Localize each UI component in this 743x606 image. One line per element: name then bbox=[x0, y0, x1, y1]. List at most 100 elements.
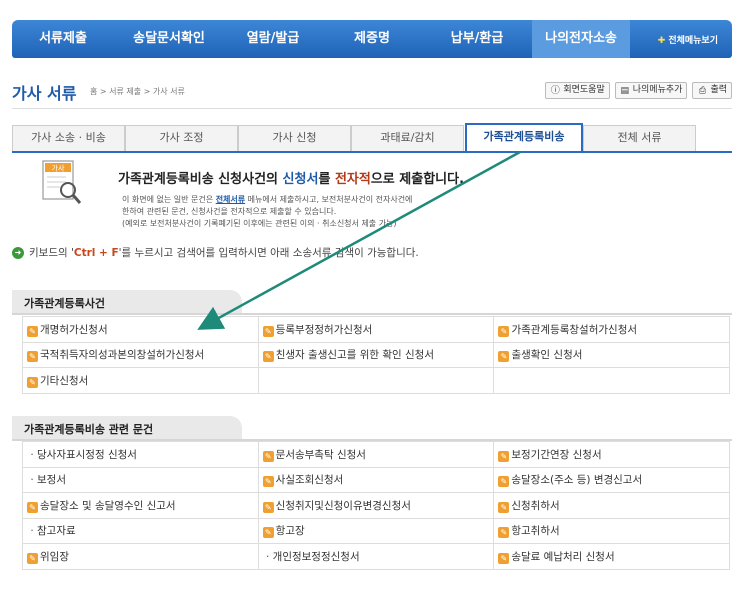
section-header-related-documents: 가족관계등록비송 관련 문건 bbox=[12, 416, 242, 440]
document-link[interactable]: 문서송부촉탁 신청서 bbox=[276, 449, 366, 461]
document-link[interactable]: 보정기간연장 신청서 bbox=[511, 449, 601, 461]
desc-line-2: 한하여 관련된 문건, 신청사건을 전자적으로 제출할 수 있습니다. bbox=[122, 207, 337, 216]
intro-description: 이 화면에 없는 일반 문건은 전체서류 메뉴에서 제출하시고, 보전처분사건이… bbox=[122, 194, 412, 230]
document-link[interactable]: 송달장소 및 송달영수인 신고서 bbox=[40, 500, 176, 512]
shortcut-key: Ctrl + F bbox=[73, 247, 119, 259]
bullet-icon: · bbox=[30, 525, 34, 538]
document-link[interactable]: 위임장 bbox=[40, 551, 69, 563]
document-cell[interactable]: ✎ 보정기간연장 신청서 bbox=[493, 441, 730, 468]
tab-all-documents[interactable]: 전체 서류 bbox=[583, 125, 696, 151]
document-edit-icon: ✎ bbox=[498, 527, 510, 539]
desc-text: 메뉴에서 제출하시고, 보전처분사건이 전자사건에 bbox=[245, 195, 413, 204]
bullet-icon: · bbox=[266, 550, 270, 563]
document-link[interactable]: 보정서 bbox=[37, 474, 66, 486]
add-my-menu-label: 나의메뉴추가 bbox=[632, 85, 683, 95]
document-cell[interactable]: · 보정서 bbox=[22, 466, 259, 493]
document-link[interactable]: 개명허가신청서 bbox=[40, 324, 108, 336]
table-row: ✎ 위임장 · 개인정보정정신청서 ✎ 송달료 예납처리 신청서 bbox=[22, 543, 730, 570]
all-menu-label: 전체메뉴보기 bbox=[668, 35, 718, 46]
print-label: 출력 bbox=[710, 85, 727, 95]
document-cell[interactable]: · 개인정보정정신청서 bbox=[257, 543, 495, 570]
document-link[interactable]: 송달장소(주소 등) 변경신고서 bbox=[511, 474, 642, 486]
document-cell[interactable]: ✎ 신청취지및신청이유변경신청서 bbox=[257, 492, 495, 519]
note-text: '를 누르시고 검색어를 입력하시면 아래 소송서류 검색이 가능합니다. bbox=[118, 247, 419, 259]
document-edit-icon: ✎ bbox=[498, 325, 510, 337]
folder-icon: ▤ bbox=[620, 85, 629, 96]
printer-icon: ⎙ bbox=[698, 85, 707, 96]
document-link[interactable]: 출생확인 신청서 bbox=[511, 349, 582, 361]
document-cell[interactable]: ✎ 가족관계등록창설허가신청서 bbox=[493, 316, 730, 343]
heading-highlight-application: 신청서 bbox=[282, 172, 319, 187]
document-link[interactable]: 사실조회신청서 bbox=[276, 474, 344, 486]
document-link[interactable]: 기타신청서 bbox=[40, 375, 88, 387]
table-row: ✎ 개명허가신청서 ✎ 등록부정정허가신청서 ✎ 가족관계등록창설허가신청서 bbox=[22, 316, 730, 343]
document-link[interactable]: 등록부정정허가신청서 bbox=[276, 324, 373, 336]
table-row: · 당사자표시정정 신청서 ✎ 문서송부촉탁 신청서 ✎ 보정기간연장 신청서 bbox=[22, 441, 730, 468]
all-menu-button[interactable]: ✚ 전체메뉴보기 bbox=[658, 33, 718, 46]
document-cell[interactable]: ✎ 송달료 예납처리 신청서 bbox=[493, 543, 730, 570]
table-row: · 보정서 ✎ 사실조회신청서 ✎ 송달장소(주소 등) 변경신고서 bbox=[22, 466, 730, 493]
document-cell[interactable]: ✎ 신청취하서 bbox=[493, 492, 730, 519]
heading-text: 가족관계등록비송 신청사건의 bbox=[118, 172, 283, 187]
document-cell[interactable]: ✎ 사실조회신청서 bbox=[257, 466, 495, 493]
document-cell[interactable]: ✎ 항고장 bbox=[257, 517, 495, 544]
tab-family-registration[interactable]: 가족관계등록비송 bbox=[465, 123, 583, 151]
document-cell[interactable]: ✎ 문서송부촉탁 신청서 bbox=[257, 441, 495, 468]
tab-family-application[interactable]: 가사 신청 bbox=[238, 125, 351, 151]
nav-item-service-check[interactable]: 송달문서확인 bbox=[114, 20, 224, 58]
document-cell[interactable]: ✎ 기타신청서 bbox=[22, 367, 259, 394]
document-cell[interactable]: ✎ 송달장소 및 송달영수인 신고서 bbox=[22, 492, 259, 519]
document-cell[interactable]: · 당사자표시정정 신청서 bbox=[22, 441, 259, 468]
document-cell[interactable]: · 참고자료 bbox=[22, 517, 259, 544]
section-title: 가족관계등록비송 관련 문건 bbox=[24, 423, 154, 436]
print-button[interactable]: ⎙ 출력 bbox=[692, 82, 732, 99]
add-my-menu-button[interactable]: ▤ 나의메뉴추가 bbox=[614, 82, 688, 99]
document-cell bbox=[493, 367, 730, 394]
tab-family-litigation[interactable]: 가사 소송 · 비송 bbox=[12, 125, 125, 151]
help-label: 회면도움말 bbox=[563, 85, 605, 95]
document-edit-icon: ✎ bbox=[262, 476, 274, 488]
document-link[interactable]: 국적취득자의성과본의창설허가신청서 bbox=[40, 349, 204, 361]
top-nav: 서류제출 송달문서확인 열람/발급 제증명 납부/환급 나의전자소송 ✚ 전체메뉴… bbox=[12, 20, 732, 58]
document-edit-icon: ✎ bbox=[498, 552, 510, 564]
note-text: 키보드의 ' bbox=[29, 247, 74, 259]
document-link[interactable]: 개인정보정정신청서 bbox=[273, 551, 360, 563]
document-link[interactable]: 참고자료 bbox=[37, 525, 76, 537]
table-row: ✎ 기타신청서 bbox=[22, 367, 730, 394]
document-cell[interactable]: ✎ 항고취하서 bbox=[493, 517, 730, 544]
tab-fine-detention[interactable]: 과태료/감치 bbox=[351, 125, 464, 151]
document-link[interactable]: 친생자 출생신고를 위한 확인 신청서 bbox=[276, 349, 434, 361]
document-cell[interactable]: ✎ 개명허가신청서 bbox=[22, 316, 259, 343]
document-cell[interactable]: ✎ 친생자 출생신고를 위한 확인 신청서 bbox=[257, 341, 495, 368]
document-link[interactable]: 항고취하서 bbox=[511, 525, 559, 537]
nav-item-view-issue[interactable]: 열람/발급 bbox=[224, 20, 322, 58]
document-link[interactable]: 신청취하서 bbox=[511, 500, 559, 512]
nav-item-certificate[interactable]: 제증명 bbox=[322, 20, 422, 58]
table-row: ✎ 국적취득자의성과본의창설허가신청서 ✎ 친생자 출생신고를 위한 확인 신청서 ✎ 출… bbox=[22, 341, 730, 368]
document-link[interactable]: 당사자표시정정 신청서 bbox=[37, 449, 137, 461]
document-cell[interactable]: ✎ 출생확인 신청서 bbox=[493, 341, 730, 368]
document-link[interactable]: 신청취지및신청이유변경신청서 bbox=[276, 500, 411, 512]
document-link[interactable]: 송달료 예납처리 신청서 bbox=[511, 551, 614, 563]
nav-item-document-submit[interactable]: 서류제출 bbox=[12, 20, 114, 58]
nav-item-payment-refund[interactable]: 납부/환급 bbox=[422, 20, 532, 58]
document-cell[interactable]: ✎ 등록부정정허가신청서 bbox=[257, 316, 495, 343]
plus-icon: ✚ bbox=[657, 35, 666, 46]
arrow-circle-icon: ➜ bbox=[12, 246, 24, 259]
help-button[interactable]: ⓘ 회면도움말 bbox=[545, 82, 610, 99]
nav-item-my-e-litigation[interactable]: 나의전자소송 bbox=[532, 20, 630, 58]
section-divider bbox=[12, 313, 732, 315]
document-cell[interactable]: ✎ 국적취득자의성과본의창설허가신청서 bbox=[22, 341, 259, 368]
document-link[interactable]: 항고장 bbox=[276, 525, 305, 537]
tab-family-mediation[interactable]: 가사 조정 bbox=[125, 125, 238, 151]
document-cell[interactable]: ✎ 위임장 bbox=[22, 543, 259, 570]
tab-bar: 가사 소송 · 비송 가사 조정 가사 신청 과태료/감치 가족관계등록비송 전… bbox=[12, 123, 732, 151]
document-edit-icon: ✎ bbox=[262, 527, 274, 539]
bullet-icon: · bbox=[30, 448, 34, 461]
document-cell[interactable]: ✎ 송달장소(주소 등) 변경신고서 bbox=[493, 466, 730, 493]
info-icon: ⓘ bbox=[550, 85, 560, 96]
bullet-icon: · bbox=[30, 474, 34, 487]
section-header-family-registration: 가족관계등록사건 bbox=[12, 290, 242, 314]
all-documents-link[interactable]: 전체서류 bbox=[216, 195, 245, 204]
document-link[interactable]: 가족관계등록창설허가신청서 bbox=[511, 324, 637, 336]
